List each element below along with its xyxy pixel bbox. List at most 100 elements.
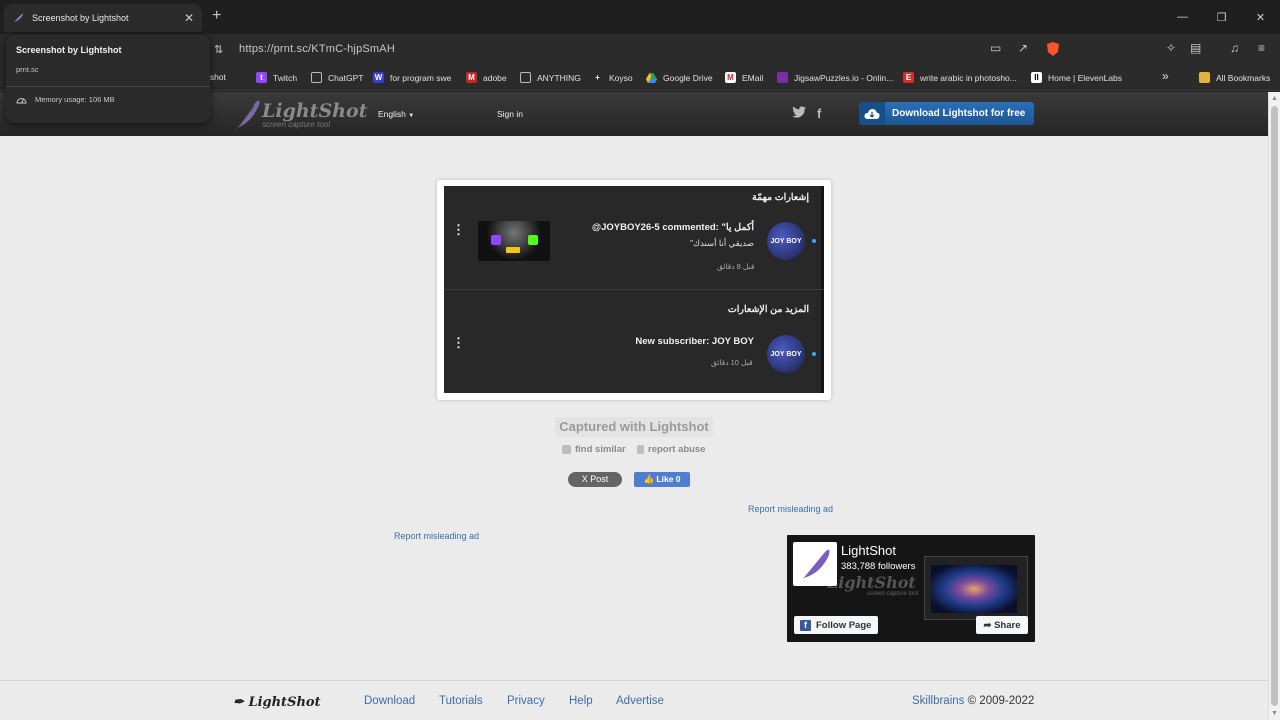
widget-cover-logo: LightShot: [827, 573, 916, 592]
bookmark-item[interactable]: M EMail: [725, 72, 763, 83]
unread-dot: [812, 239, 816, 243]
lightshot-logo[interactable]: LightShot screen capture tool: [232, 98, 367, 132]
media-icon[interactable]: ♫: [1230, 41, 1239, 55]
notification-1-time: قبل 8 دقائق: [717, 262, 755, 271]
scroll-down-icon[interactable]: ▼: [1271, 710, 1278, 717]
divider: [6, 86, 210, 87]
report-misleading-ad-link[interactable]: Report misleading ad: [394, 531, 479, 541]
scroll-up-icon[interactable]: ▲: [1271, 95, 1278, 102]
tab-hover-card: Screenshot by Lightshot prnt.sc Memory u…: [6, 35, 210, 123]
bookmark-item[interactable]: Madobe: [466, 72, 507, 83]
skillbrains-link[interactable]: Skillbrains: [912, 695, 964, 707]
bookmark-item[interactable]: t Twitch: [256, 72, 297, 83]
tab-close-icon[interactable]: ✕: [184, 11, 194, 25]
heading-more-notifications: المزيد من الإشعارات: [727, 304, 809, 315]
signin-link[interactable]: Sign in: [497, 109, 523, 119]
download-lightshot-button[interactable]: Download Lightshot for free: [859, 102, 1034, 125]
share-arrow-icon: ➦: [983, 619, 992, 631]
bookmark-label: write arabic in photosho...: [920, 72, 1017, 83]
bookmark-label: EMail: [742, 72, 764, 83]
page-name[interactable]: LightShot: [841, 543, 896, 558]
language-select[interactable]: English ▼: [378, 109, 414, 119]
site-info-icon[interactable]: ⇅: [214, 43, 223, 56]
footer-link-download[interactable]: Download: [364, 695, 415, 707]
memory-icon: [16, 98, 27, 104]
hovercard-title: Screenshot by Lightshot: [16, 45, 122, 55]
notification-1-text: @JOYBOY26-5 commented: "أكمل يا: [591, 222, 754, 233]
bookmark-item[interactable]: II Home | ElevenLabs: [1031, 72, 1122, 83]
scrollbar-thumb[interactable]: [1271, 106, 1278, 706]
twitch-icon: t: [256, 72, 267, 83]
lightshot-feather-icon: [12, 12, 24, 24]
notification-2-text: New subscriber: JOY BOY: [635, 336, 754, 347]
koyso-icon: +: [595, 73, 600, 82]
cast-icon[interactable]: ▭: [990, 41, 1001, 55]
url-field[interactable]: https://prnt.sc/KTmC-hjpSmAH: [239, 43, 395, 55]
report-misleading-ad-link[interactable]: Report misleading ad: [748, 504, 833, 514]
twitter-icon[interactable]: [792, 106, 806, 121]
heading-important-notifications: إشعارات مهمّة: [752, 192, 809, 203]
cover-screenshot-preview: [924, 556, 1028, 620]
chatgpt-icon: [520, 72, 531, 83]
more-options-icon: ⋮: [452, 335, 465, 350]
bookmark-item[interactable]: Wfor program swe: [373, 72, 451, 83]
bookmark-label: ChatGPT: [328, 72, 364, 83]
bookmark-item[interactable]: ANYTHING: [520, 72, 581, 83]
share-icon[interactable]: ↗: [1018, 41, 1028, 55]
gmail-icon: M: [466, 72, 477, 83]
page-scrollbar[interactable]: ▲ ▼: [1268, 92, 1280, 720]
facebook-page-widget[interactable]: LightShot screen capture tool LightShot …: [787, 535, 1035, 642]
facebook-like-button[interactable]: 👍 Like 0: [634, 472, 690, 487]
share-button[interactable]: ➦ Share: [976, 616, 1028, 634]
avatar-label: JOY BOY: [770, 350, 802, 358]
hovercard-memory: Memory usage: 106 MB: [16, 95, 200, 104]
video-thumbnail: [478, 221, 550, 261]
bookmark-item[interactable]: Ewrite arabic in photosho...: [903, 72, 1017, 83]
avatar-label: JOY BOY: [770, 237, 802, 245]
footer-link-help[interactable]: Help: [569, 695, 593, 707]
footer-link-advertise[interactable]: Advertise: [616, 695, 664, 707]
facebook-icon: f: [800, 619, 811, 631]
more-bookmarks-icon[interactable]: »: [1162, 69, 1169, 83]
avatar: JOY BOY: [767, 335, 805, 373]
report-abuse-link[interactable]: report abuse: [637, 444, 706, 455]
browser-tab-active[interactable]: Screenshot by Lightshot ✕: [4, 4, 202, 32]
footer-link-tutorials[interactable]: Tutorials: [439, 695, 483, 707]
restore-icon[interactable]: ❐: [1202, 0, 1241, 34]
all-bookmarks[interactable]: All Bookmarks: [1199, 72, 1270, 83]
bookmark-item[interactable]: Google Drive: [646, 72, 713, 83]
cloud-download-icon: [859, 102, 885, 125]
footer-link-privacy[interactable]: Privacy: [507, 695, 545, 707]
reader-mode-icon[interactable]: ▤: [1190, 41, 1201, 55]
bookmark-item[interactable]: JigsawPuzzles.io - Onlin...: [777, 72, 893, 83]
facebook-icon[interactable]: f: [817, 106, 821, 121]
bookmark-label: Google Drive: [663, 72, 713, 83]
e-icon: E: [903, 72, 914, 83]
unread-dot: [812, 352, 816, 356]
screenshot-frame: إشعارات مهمّة ⋮ @JOYBOY26-5 commented: "…: [437, 180, 831, 400]
bookmark-item[interactable]: ChatGPT: [311, 72, 363, 83]
find-similar-link[interactable]: find similar: [562, 444, 626, 455]
minimize-icon[interactable]: —: [1163, 0, 1202, 34]
window-close-icon[interactable]: ✕: [1241, 0, 1280, 34]
footer: ✒ LightShot Download Tutorials Privacy H…: [0, 680, 1268, 720]
bookmark-label: Koyso: [609, 72, 633, 83]
menu-icon[interactable]: ≡: [1258, 41, 1265, 55]
galaxy-image: [931, 565, 1017, 613]
bookmark-item[interactable]: + Koyso: [592, 72, 633, 83]
footer-logo-text: LightShot: [248, 695, 321, 710]
page-profile-logo[interactable]: [793, 542, 837, 586]
new-tab-button[interactable]: +: [212, 7, 221, 25]
follow-page-button[interactable]: f Follow Page: [794, 616, 878, 634]
brave-shield-icon[interactable]: [1046, 41, 1060, 60]
bookmark-label: Twitch: [273, 72, 298, 83]
all-bookmarks-label: All Bookmarks: [1216, 72, 1271, 83]
extensions-icon[interactable]: ✧: [1166, 41, 1176, 55]
copyright-text: © 2009-2022: [967, 695, 1035, 707]
footer-logo[interactable]: ✒ LightShot: [233, 695, 321, 710]
x-post-button[interactable]: X Post: [568, 472, 622, 487]
bookmark-label: JigsawPuzzles.io - Onlin...: [794, 72, 894, 83]
thumbs-up-icon: 👍: [643, 474, 655, 484]
screenshot-image[interactable]: إشعارات مهمّة ⋮ @JOYBOY26-5 commented: "…: [444, 186, 824, 393]
logo-text: LightShot: [262, 99, 368, 122]
